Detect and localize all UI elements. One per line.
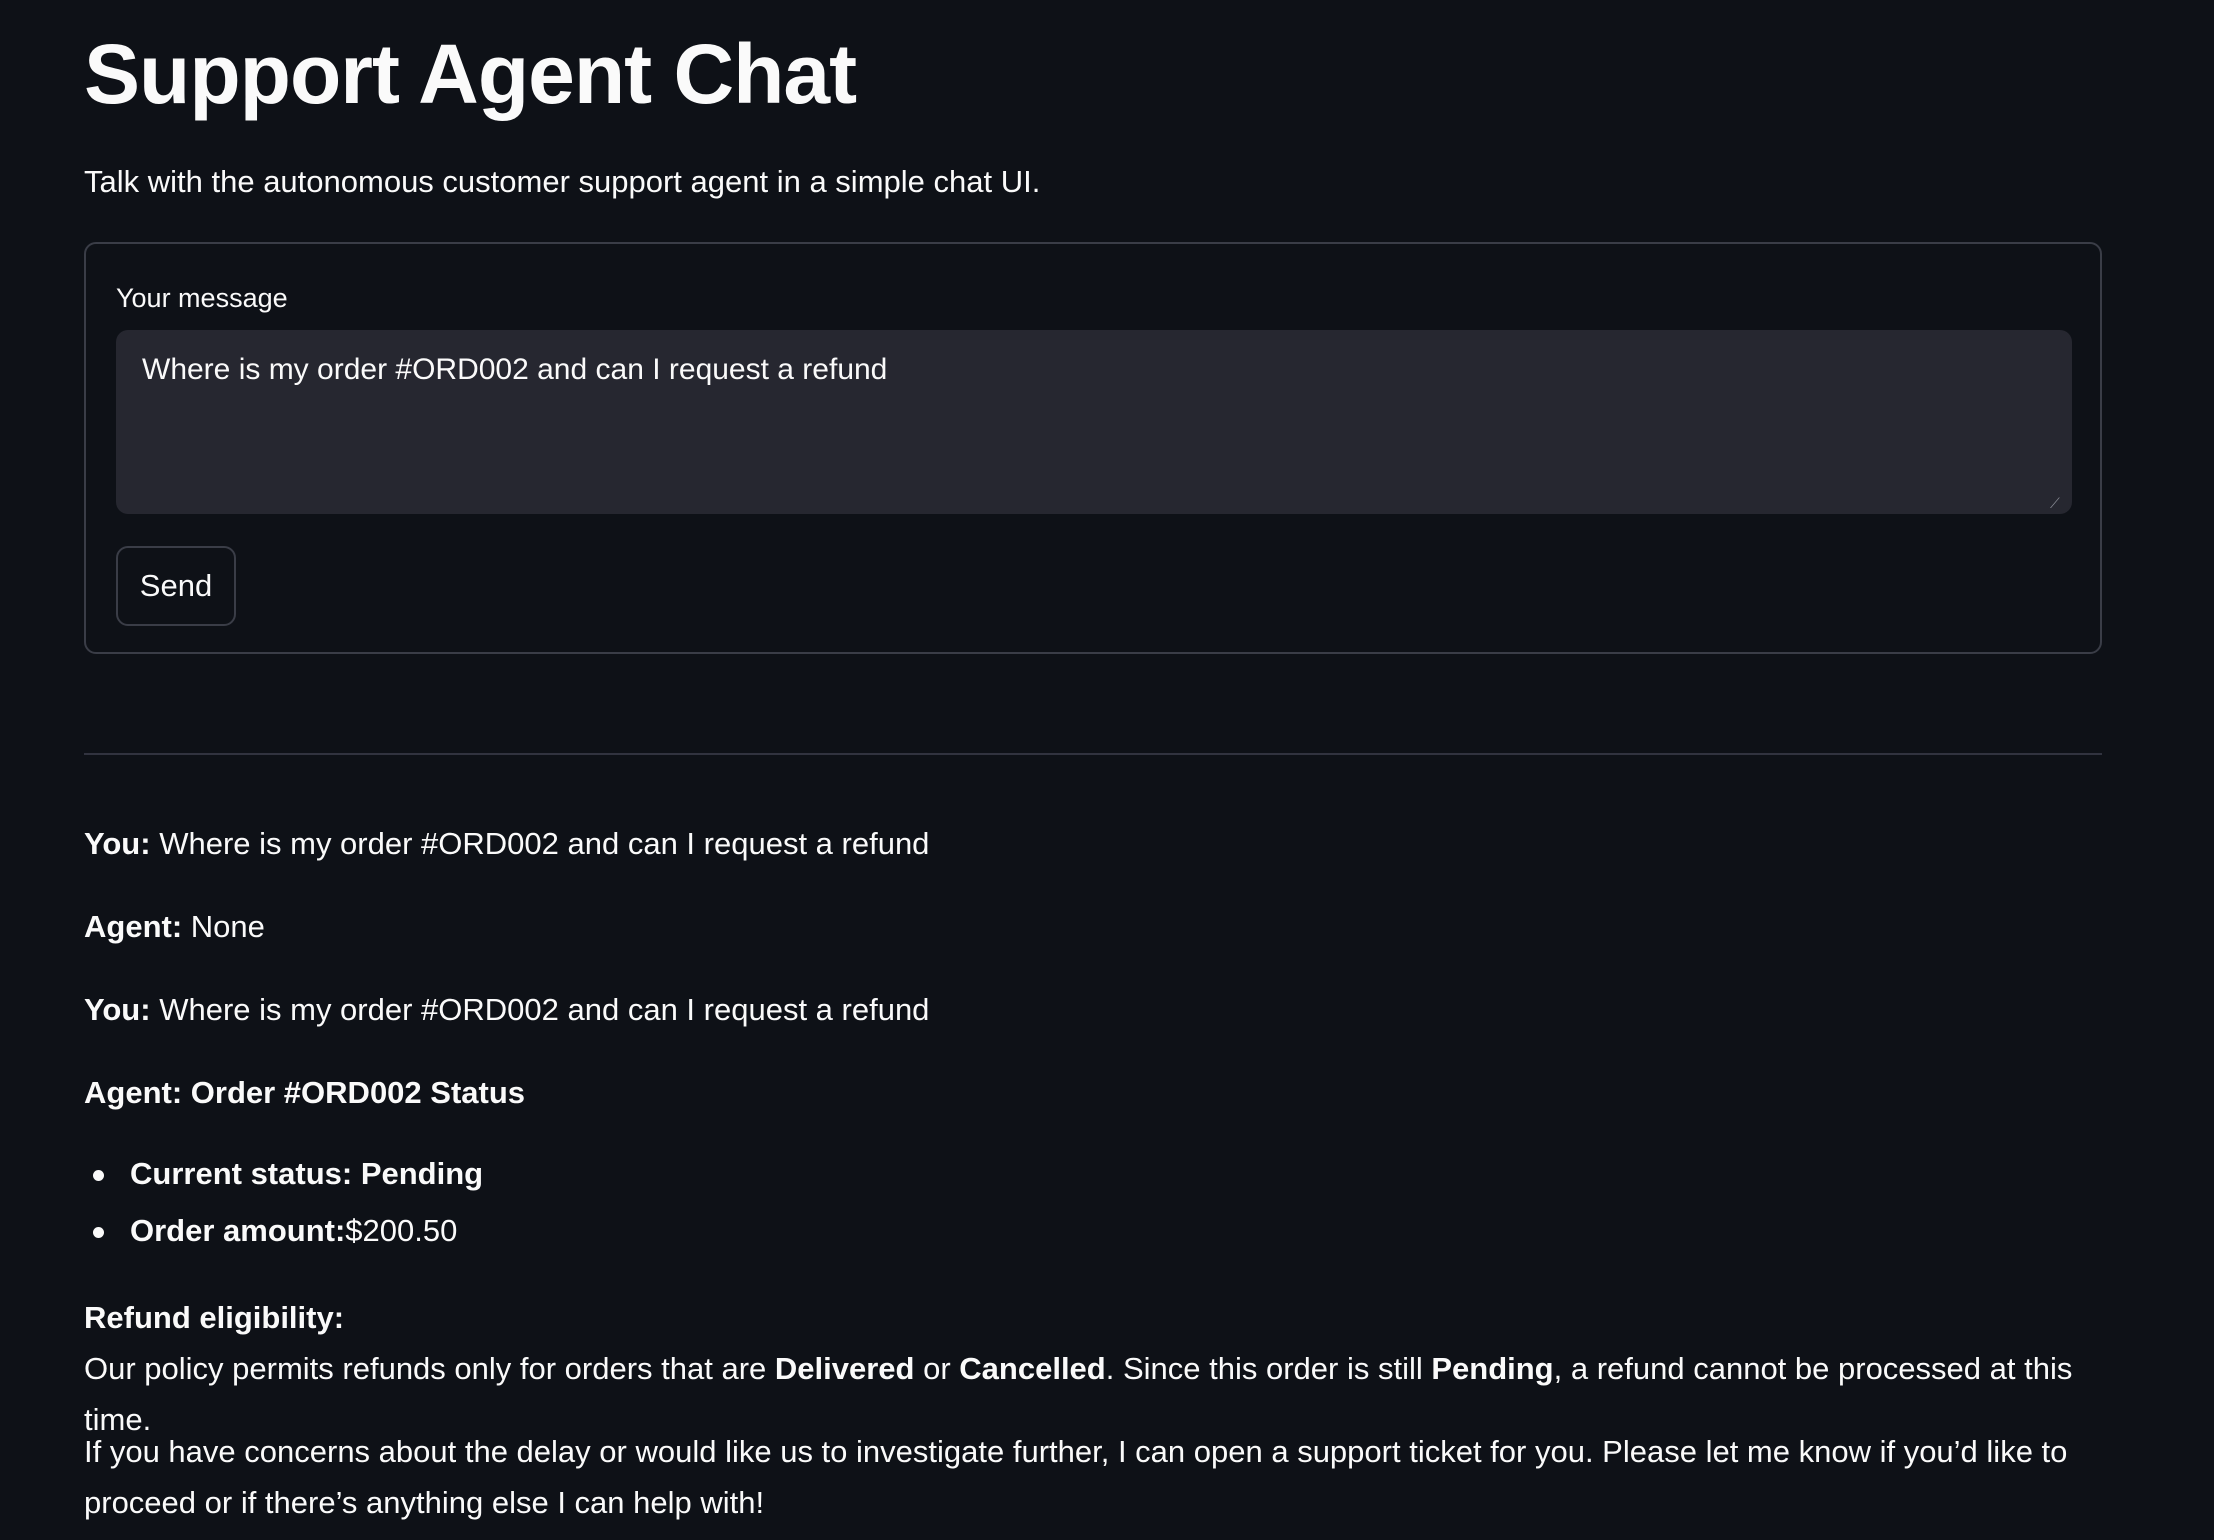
list-item: Current status: Pending: [84, 1152, 483, 1209]
speaker-label: Agent:: [84, 1075, 183, 1110]
page-title: Support Agent Chat: [84, 27, 857, 121]
chat-message-agent: Agent: None: [84, 905, 265, 949]
refund-section: Refund eligibility: Our policy permits re…: [84, 1292, 2114, 1445]
refund-bold: Cancelled: [959, 1351, 1106, 1386]
refund-text: . Since this order is still: [1105, 1351, 1432, 1386]
refund-text: or: [914, 1351, 960, 1386]
chat-message-agent: Agent: Order #ORD002 Status: [84, 1071, 525, 1115]
message-label: Your message: [116, 283, 288, 313]
chat-message-user: You: Where is my order #ORD002 and can I…: [84, 988, 929, 1032]
message-text: Where is my order #ORD002 and can I requ…: [159, 826, 930, 861]
refund-heading: Refund eligibility:: [84, 1300, 345, 1335]
amount-label: Order amount:: [130, 1213, 346, 1248]
chat-message-user: You: Where is my order #ORD002 and can I…: [84, 822, 929, 866]
message-text: Where is my order #ORD002 and can I requ…: [159, 992, 930, 1027]
status-label: Current status:: [130, 1156, 353, 1191]
refund-text: Our policy permits refunds only for orde…: [84, 1351, 775, 1386]
message-input[interactable]: Where is my order #ORD002 and can I requ…: [116, 330, 2072, 514]
list-item: Order amount:$200.50: [84, 1209, 483, 1266]
divider: [84, 753, 2102, 755]
speaker-label: You:: [84, 992, 151, 1027]
closing-message: If you have concerns about the delay or …: [84, 1434, 2068, 1520]
send-button[interactable]: Send: [116, 546, 236, 626]
speaker-label: You:: [84, 826, 151, 861]
resize-grip-icon[interactable]: ⟋: [2050, 496, 2064, 510]
order-status-heading: Order #ORD002 Status: [190, 1075, 526, 1110]
refund-bold: Delivered: [774, 1351, 915, 1386]
amount-value: $200.50: [345, 1213, 458, 1248]
order-details-list: Current status: Pending Order amount:$20…: [84, 1152, 483, 1266]
page-subtitle: Talk with the autonomous customer suppor…: [84, 164, 1041, 199]
message-form: Your message Where is my order #ORD002 a…: [84, 242, 2102, 654]
speaker-label: Agent:: [84, 909, 183, 944]
message-text: None: [190, 909, 265, 944]
status-value: Pending: [360, 1156, 484, 1191]
refund-bold: Pending: [1431, 1351, 1554, 1386]
